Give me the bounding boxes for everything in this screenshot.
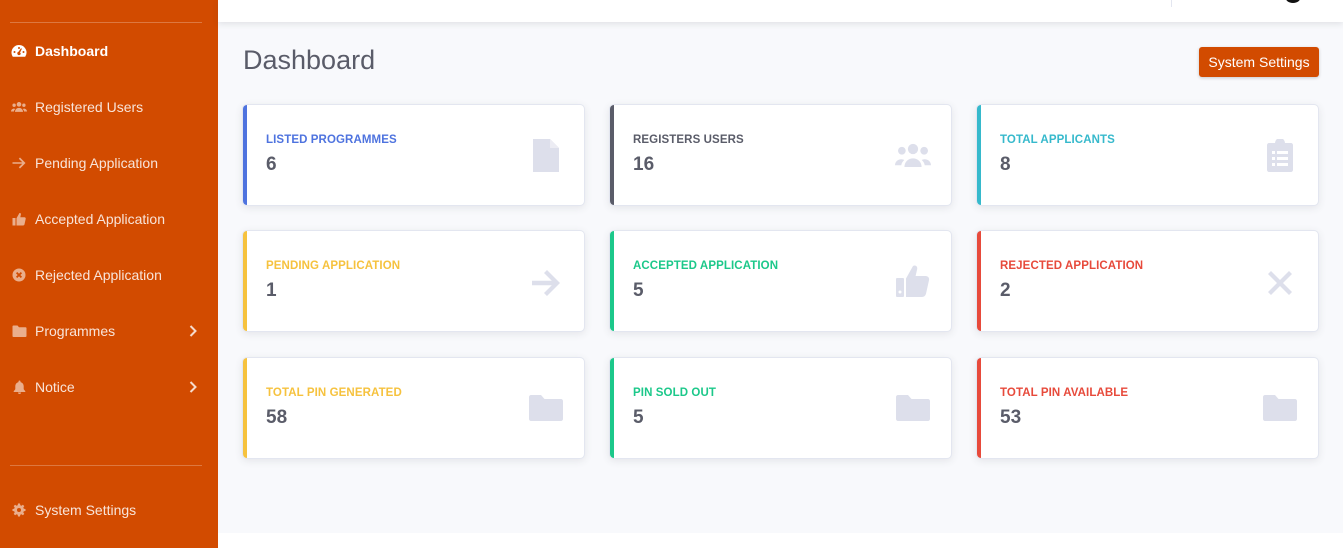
card-label: TOTAL PIN AVAILABLE [1000,387,1129,399]
stat-card-total-applicants[interactable]: TOTAL APPLICANTS 8 [976,104,1319,206]
page-title: Dashboard [243,45,376,75]
folder-icon [11,323,27,339]
card-accent-bar [243,231,247,331]
card-label: TOTAL PIN GENERATED [266,387,402,399]
users-icon [11,99,27,115]
stat-card-pending-application[interactable]: PENDING APPLICATION 1 [242,230,585,332]
clipboard-list-icon [1262,137,1298,173]
card-value: 16 [633,154,655,175]
sidebar-item-label: Registered Users [35,99,144,115]
card-value: 2 [1000,280,1011,301]
arrow-right-icon [11,155,27,171]
folder-icon [895,390,931,426]
chevron-right-icon [189,325,197,337]
gear-icon [11,502,27,518]
sidebar-item-label: Dashboard [35,43,109,59]
folder-icon [1262,390,1298,426]
footer [218,533,1343,548]
card-accent-bar [977,231,981,331]
arrow-right-icon [528,265,564,301]
sidebar-item-label: Pending Application [35,155,158,171]
stat-card-total-pin-available[interactable]: TOTAL PIN AVAILABLE 53 [976,357,1319,459]
sidebar-item-label: Accepted Application [35,211,165,227]
sidebar-item-accepted-application[interactable]: Accepted Application [0,199,218,239]
card-accent-bar [243,105,247,205]
tachometer-icon [11,43,27,59]
users-icon [895,137,931,173]
stat-card-total-pin-generated[interactable]: TOTAL PIN GENERATED 58 [242,357,585,459]
card-label: LISTED PROGRAMMES [266,134,397,146]
sidebar-item-notice[interactable]: Notice [0,367,218,407]
thumbs-up-icon [11,211,27,227]
sidebar-item-pending-application[interactable]: Pending Application [0,143,218,183]
sidebar: Dashboard Registered Users Pending Appli… [0,0,218,548]
sidebar-divider [10,22,202,23]
times-circle-icon [11,267,27,283]
bell-icon [11,379,27,395]
sidebar-item-registered-users[interactable]: Registered Users [0,87,218,127]
card-value: 58 [266,407,288,428]
card-value: 6 [266,154,277,175]
sidebar-item-label: System Settings [35,502,137,518]
system-settings-button[interactable]: System Settings [1199,47,1319,77]
card-accent-bar [977,105,981,205]
sidebar-item-dashboard[interactable]: Dashboard [0,31,218,71]
card-label: REGISTERS USERS [633,134,744,146]
sidebar-item-label: Rejected Application [35,267,162,283]
topbar [218,0,1343,22]
folder-icon [528,390,564,426]
card-value: 53 [1000,407,1022,428]
card-label: REJECTED APPLICATION [1000,260,1144,272]
stat-card-pin-sold-out[interactable]: PIN SOLD OUT 5 [609,357,952,459]
sidebar-divider [10,465,202,466]
topbar-divider [1171,0,1172,7]
stat-card-rejected-application[interactable]: REJECTED APPLICATION 2 [976,230,1319,332]
card-value: 5 [633,407,644,428]
card-accent-bar [610,231,614,331]
card-value: 8 [1000,154,1011,175]
times-icon [1262,265,1298,301]
card-accent-bar [610,105,614,205]
thumbs-up-icon [895,263,931,299]
stat-card-listed-programmes[interactable]: LISTED PROGRAMMES 6 [242,104,585,206]
sidebar-item-programmes[interactable]: Programmes [0,311,218,351]
chevron-right-icon [189,381,197,393]
card-accent-bar [610,358,614,458]
card-label: PENDING APPLICATION [266,260,401,272]
stat-card-registers-users[interactable]: REGISTERS USERS 16 [609,104,952,206]
sidebar-item-rejected-application[interactable]: Rejected Application [0,255,218,295]
card-value: 5 [633,280,644,301]
card-label: TOTAL APPLICANTS [1000,134,1115,146]
card-value: 1 [266,280,277,301]
sidebar-item-label: Notice [35,379,75,395]
card-label: PIN SOLD OUT [633,387,716,399]
file-icon [528,137,564,173]
card-accent-bar [243,358,247,458]
card-accent-bar [977,358,981,458]
sidebar-item-system-settings[interactable]: System Settings [0,490,218,530]
card-label: ACCEPTED APPLICATION [633,260,779,272]
sidebar-item-label: Programmes [35,323,116,339]
stat-card-accepted-application[interactable]: ACCEPTED APPLICATION 5 [609,230,952,332]
avatar[interactable] [1285,0,1301,3]
